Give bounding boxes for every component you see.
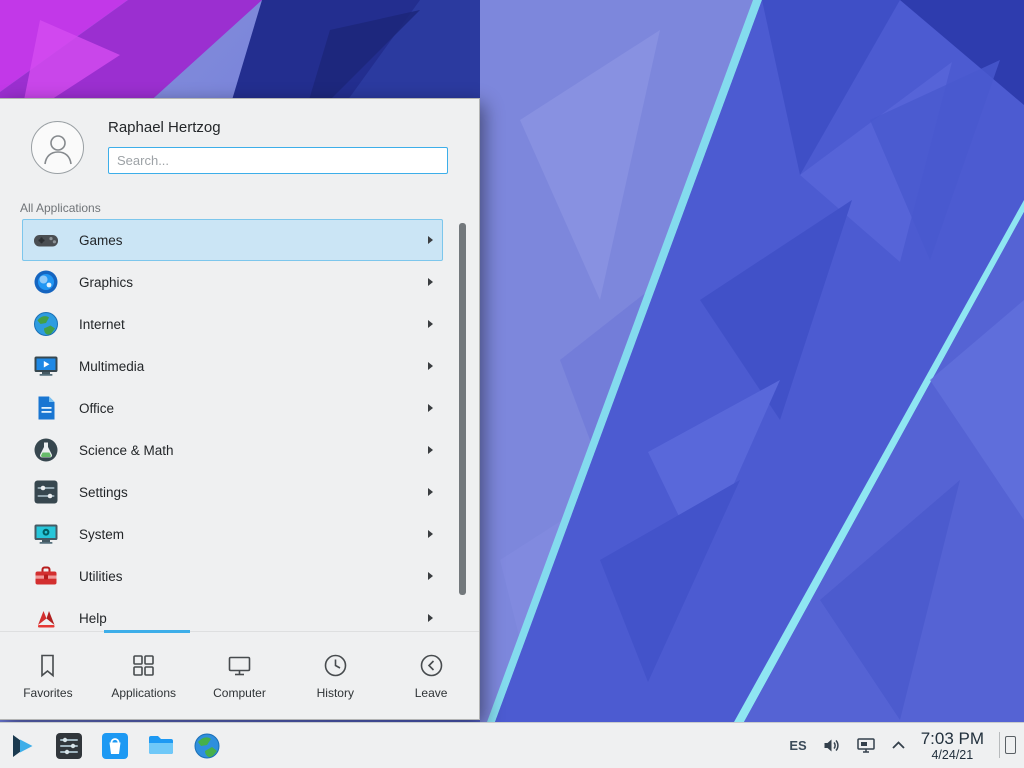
sliders-icon xyxy=(32,478,60,506)
chevron-right-icon xyxy=(428,446,433,454)
category-row-internet[interactable]: Internet xyxy=(22,303,443,345)
user-name: Raphael Hertzog xyxy=(108,119,221,136)
application-launcher-menu: Raphael Hertzog All Applications Games G… xyxy=(0,98,480,720)
category-label: Utilities xyxy=(79,569,428,584)
palette-orb-icon xyxy=(32,268,60,296)
category-row-settings[interactable]: Settings xyxy=(22,471,443,513)
app-grid-icon xyxy=(130,652,157,679)
tab-label: Favorites xyxy=(23,686,72,700)
chevron-right-icon xyxy=(428,278,433,286)
computer-icon xyxy=(226,652,253,679)
chevron-right-icon xyxy=(428,236,433,244)
category-label: Internet xyxy=(79,317,428,332)
chevron-right-icon xyxy=(428,404,433,412)
flask-icon xyxy=(32,436,60,464)
user-avatar[interactable] xyxy=(31,121,84,174)
help-icon xyxy=(32,604,60,632)
system-tray: ES 7:03 PM 4/24/21 xyxy=(789,729,1024,763)
web-browser-icon[interactable] xyxy=(191,730,223,762)
category-row-science[interactable]: Science & Math xyxy=(22,429,443,471)
taskbar: ES 7:03 PM 4/24/21 xyxy=(0,722,1024,768)
toolbox-icon xyxy=(32,562,60,590)
monitor-gear-icon xyxy=(32,520,60,548)
globe-icon xyxy=(32,310,60,338)
task-manager-settings-icon[interactable] xyxy=(53,730,85,762)
gamepad-icon xyxy=(32,226,60,254)
category-row-system[interactable]: System xyxy=(22,513,443,555)
tab-history[interactable]: History xyxy=(287,632,383,719)
network-icon[interactable] xyxy=(856,736,876,755)
launcher-header: Raphael Hertzog xyxy=(0,99,479,195)
clock-time: 7:03 PM xyxy=(921,729,984,749)
chevron-right-icon xyxy=(428,362,433,370)
active-tab-indicator xyxy=(104,630,190,633)
category-row-games[interactable]: Games xyxy=(22,219,443,261)
taskbar-apps xyxy=(0,730,223,762)
chevron-right-icon xyxy=(428,488,433,496)
tab-applications[interactable]: Applications xyxy=(96,632,192,719)
clock-date: 4/24/21 xyxy=(921,748,984,762)
category-label: Settings xyxy=(79,485,428,500)
category-label: Help xyxy=(79,611,428,626)
tab-favorites[interactable]: Favorites xyxy=(0,632,96,719)
category-row-multimedia[interactable]: Multimedia xyxy=(22,345,443,387)
category-label: Graphics xyxy=(79,275,428,290)
bookmark-icon xyxy=(34,652,61,679)
chevron-right-icon xyxy=(428,572,433,580)
category-list: Games Graphics Internet Multimedia xyxy=(0,219,479,633)
show-desktop-pane xyxy=(1005,736,1016,754)
digital-clock[interactable]: 7:03 PM 4/24/21 xyxy=(921,729,984,763)
expand-tray-icon[interactable] xyxy=(891,740,906,750)
category-row-utilities[interactable]: Utilities xyxy=(22,555,443,597)
chevron-right-icon xyxy=(428,320,433,328)
section-label: All Applications xyxy=(20,201,101,215)
volume-icon[interactable] xyxy=(822,736,841,755)
tab-label: Computer xyxy=(213,686,266,700)
tab-leave[interactable]: Leave xyxy=(383,632,479,719)
category-label: Games xyxy=(79,233,428,248)
app-launcher-icon[interactable] xyxy=(7,730,39,762)
document-icon xyxy=(32,394,60,422)
leave-icon xyxy=(418,652,445,679)
tab-label: Applications xyxy=(111,686,176,700)
tab-label: Leave xyxy=(415,686,448,700)
category-label: Science & Math xyxy=(79,443,428,458)
category-row-help[interactable]: Help xyxy=(22,597,443,633)
search-input[interactable] xyxy=(108,147,448,174)
launcher-tab-bar: Favorites Applications Computer History xyxy=(0,631,479,719)
keyboard-layout-indicator[interactable]: ES xyxy=(789,738,806,753)
software-center-icon[interactable] xyxy=(99,730,131,762)
chevron-right-icon xyxy=(428,530,433,538)
show-desktop-widget[interactable] xyxy=(999,732,1016,758)
list-scrollbar[interactable] xyxy=(459,223,466,595)
category-row-graphics[interactable]: Graphics xyxy=(22,261,443,303)
tab-computer[interactable]: Computer xyxy=(192,632,288,719)
category-label: System xyxy=(79,527,428,542)
file-manager-icon[interactable] xyxy=(145,730,177,762)
clock-icon xyxy=(322,652,349,679)
chevron-right-icon xyxy=(428,614,433,622)
monitor-play-icon xyxy=(32,352,60,380)
category-label: Office xyxy=(79,401,428,416)
tab-label: History xyxy=(317,686,354,700)
category-label: Multimedia xyxy=(79,359,428,374)
category-row-office[interactable]: Office xyxy=(22,387,443,429)
